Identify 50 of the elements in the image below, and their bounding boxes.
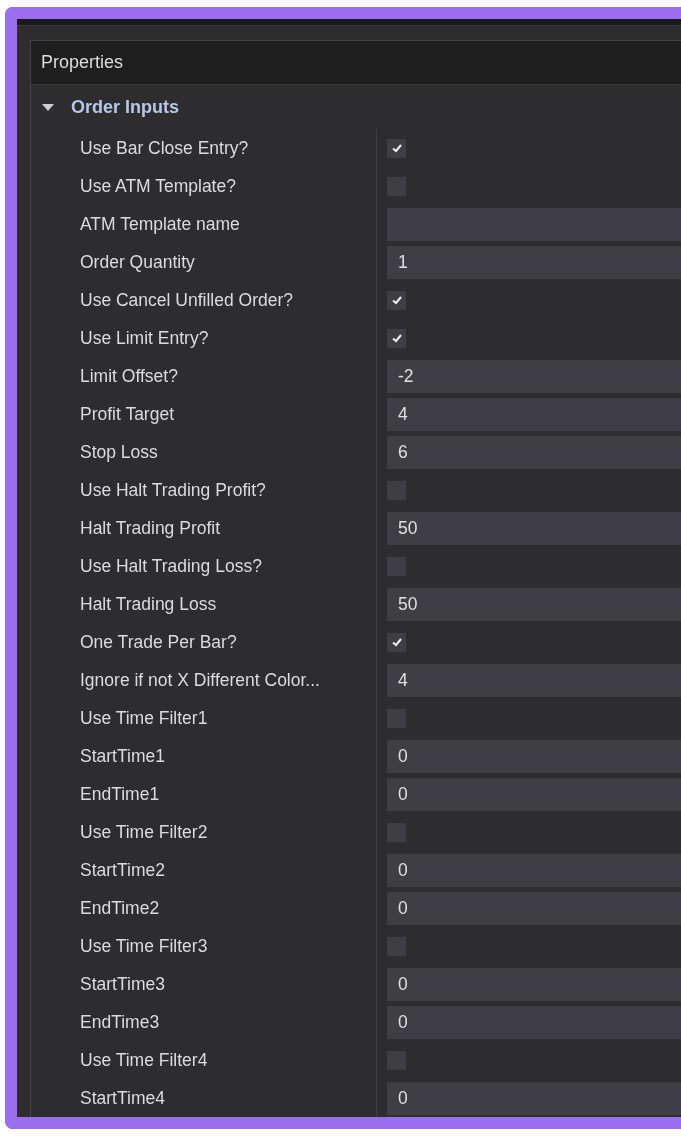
property-label: Ignore if not X Different Color... [80, 669, 320, 691]
checkbox[interactable] [387, 290, 406, 310]
property-label: Halt Trading Loss [80, 593, 217, 615]
input-field[interactable]: 50 [387, 587, 681, 621]
property-label: ATM Template name [80, 213, 240, 235]
property-label: Stop Loss [80, 441, 158, 463]
check-icon [390, 142, 403, 154]
checkbox[interactable] [387, 328, 406, 348]
category-label[interactable]: Order Inputs [71, 96, 179, 118]
input-field[interactable]: 0 [387, 1005, 681, 1039]
property-label: Use Time Filter2 [80, 821, 208, 843]
property-label: Order Quantity [80, 251, 195, 273]
property-label: EndTime2 [80, 897, 160, 919]
input-field[interactable]: 0 [387, 777, 681, 811]
property-label: One Trade Per Bar? [80, 631, 237, 653]
property-label: Use ATM Template? [80, 175, 236, 197]
property-label: StartTime1 [80, 745, 165, 767]
input-field[interactable]: 6 [387, 435, 681, 469]
panel-title: Properties [41, 52, 124, 73]
input-field[interactable]: 4 [387, 663, 681, 697]
input-field[interactable]: 4 [387, 397, 681, 431]
property-label: Halt Trading Profit [80, 517, 221, 539]
input-field[interactable]: 0 [387, 1081, 681, 1115]
input-field[interactable]: 0 [387, 739, 681, 773]
property-label: Limit Offset? [80, 365, 178, 387]
input-field[interactable]: 50 [387, 511, 681, 545]
input-field[interactable]: 0 [387, 891, 681, 925]
property-label: StartTime4 [80, 1087, 165, 1109]
check-icon [390, 636, 403, 648]
property-label: EndTime1 [80, 783, 160, 805]
property-label: StartTime3 [80, 973, 165, 995]
property-label: Use Time Filter1 [80, 707, 208, 729]
check-icon [390, 294, 403, 306]
property-label: Use Bar Close Entry? [80, 137, 249, 159]
property-label: EndTime3 [80, 1011, 160, 1033]
input-field[interactable]: -2 [387, 359, 681, 393]
property-label: StartTime2 [80, 859, 165, 881]
input-field[interactable]: 1 [387, 245, 681, 279]
checkbox[interactable] [387, 138, 406, 158]
checkbox[interactable] [387, 632, 406, 652]
property-label: Use Time Filter4 [80, 1049, 208, 1071]
property-label: Use Halt Trading Loss? [80, 555, 262, 577]
check-icon [390, 332, 403, 344]
property-label: Profit Target [80, 403, 175, 425]
input-field[interactable]: 0 [387, 853, 681, 887]
property-label: Use Cancel Unfilled Order? [80, 289, 293, 311]
input-field[interactable]: 0 [387, 967, 681, 1001]
property-label: Use Halt Trading Profit? [80, 479, 266, 501]
property-label: Use Limit Entry? [80, 327, 209, 349]
property-label: Use Time Filter3 [80, 935, 208, 957]
